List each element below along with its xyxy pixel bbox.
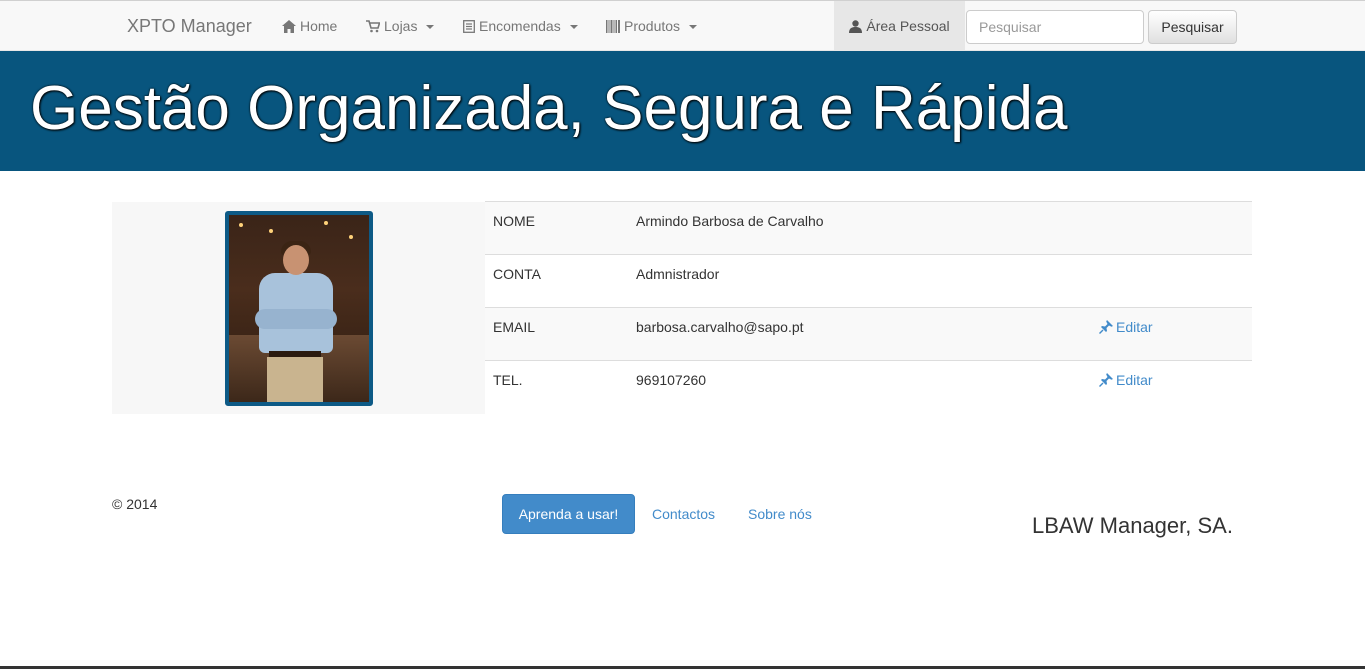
company-name: LBAW Manager, SA. [1032,513,1233,538]
nav-encomendas-dropdown[interactable]: Encomendas [463,18,578,34]
caret-down-icon [426,25,435,29]
barcode-icon [606,19,620,33]
hero-banner: Gestão Organizada, Segura e Rápida [0,51,1365,171]
table-row: EMAIL barbosa.carvalho@sapo.pt Editar [485,307,1252,360]
edit-label: Editar [1116,319,1153,335]
table-row: NOME Armindo Barbosa de Carvalho [485,201,1252,254]
table-row: CONTA Admnistrador [485,254,1252,307]
profile-photo-panel [112,202,485,414]
caret-down-icon [689,25,698,29]
area-pessoal-label: Área Pessoal [866,18,950,34]
edit-label: Editar [1116,372,1153,388]
caret-down-icon [569,25,578,29]
profile-photo [225,211,373,406]
row-value: 969107260 [636,372,707,388]
pushpin-icon [1099,320,1113,334]
nav-produtos-label: Produtos [624,18,681,34]
user-icon [849,19,863,33]
banner-title: Gestão Organizada, Segura e Rápida [30,74,1068,143]
nav-produtos-dropdown[interactable]: Produtos [606,18,698,34]
nav-home[interactable]: Home [282,18,337,34]
row-label: NOME [493,213,535,229]
row-label: EMAIL [493,319,536,335]
row-value: Admnistrador [636,266,720,282]
row-label: TEL. [493,372,523,388]
list-icon [463,19,475,33]
sobre-nos-link[interactable]: Sobre nós [748,506,812,522]
row-value: barbosa.carvalho@sapo.pt [636,319,804,335]
row-label: CONTA [493,266,541,282]
nav-lojas-dropdown[interactable]: Lojas [366,18,435,34]
table-row: TEL. 969107260 Editar [485,360,1252,413]
edit-email-link[interactable]: Editar [1099,319,1153,335]
learn-to-use-button[interactable]: Aprenda a usar! [502,494,635,534]
row-value: Armindo Barbosa de Carvalho [636,213,824,229]
nav-encomendas-label: Encomendas [479,18,561,34]
nav-home-label: Home [300,18,338,34]
profile-info-table: NOME Armindo Barbosa de Carvalho CONTA A… [485,201,1252,413]
pushpin-icon [1099,373,1113,387]
contactos-link[interactable]: Contactos [652,506,715,522]
navbar: XPTO Manager Home Lojas Encomendas Produ… [0,0,1365,51]
home-icon [282,19,296,33]
copyright-text: © 2014 [112,496,158,512]
brand-link[interactable]: XPTO Manager [127,16,252,37]
nav-lojas-label: Lojas [384,18,418,34]
search-input[interactable] [966,10,1144,44]
cart-icon [366,19,380,32]
edit-phone-link[interactable]: Editar [1099,372,1153,388]
search-button[interactable]: Pesquisar [1148,10,1237,44]
nav-area-pessoal[interactable]: Área Pessoal [834,1,965,51]
